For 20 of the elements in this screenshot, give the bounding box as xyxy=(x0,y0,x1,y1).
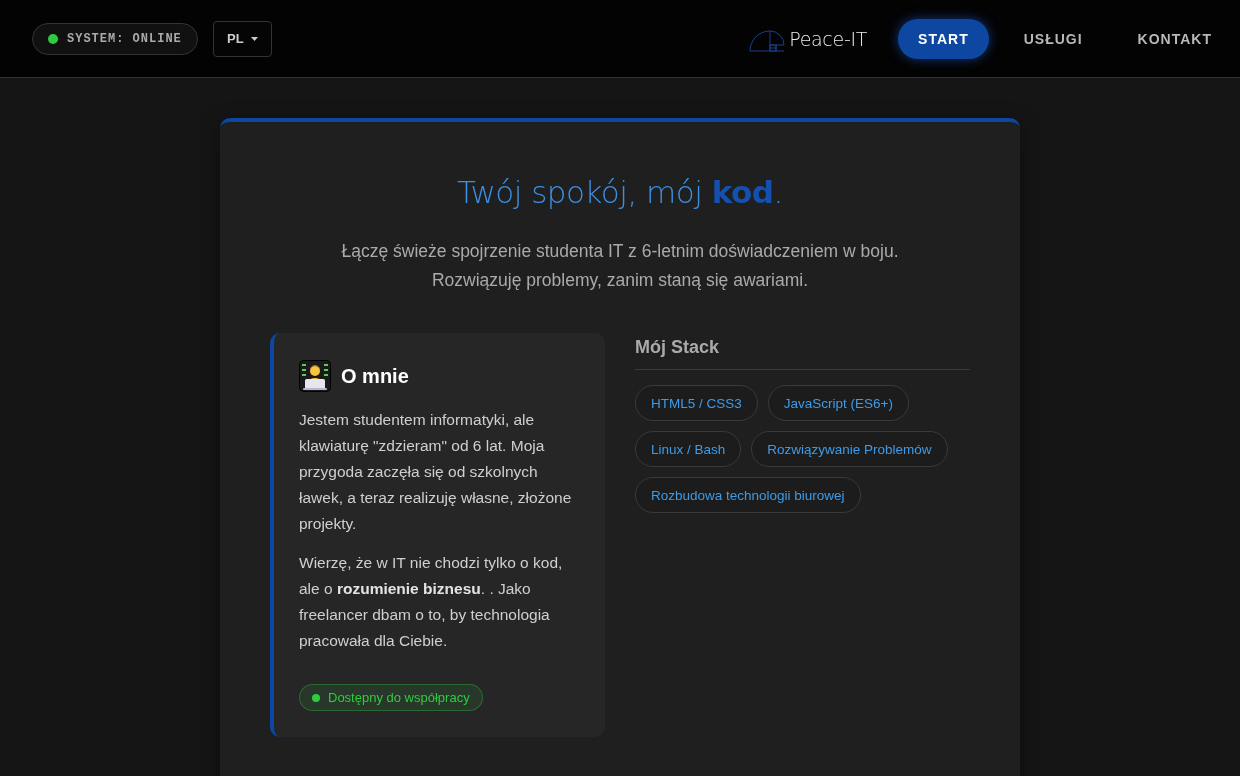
skill-tag: HTML5 / CSS3 xyxy=(635,385,758,421)
hero-title: Twój spokój, mój kod. xyxy=(457,173,783,212)
skill-tag: Rozbudowa technologii biurowej xyxy=(635,477,861,513)
about-title: O mnie xyxy=(341,364,409,389)
nav-link[interactable]: KONTAKT xyxy=(1117,18,1232,59)
language-select[interactable]: PL xyxy=(212,20,272,57)
stack-title: Mój Stack xyxy=(635,333,970,370)
hero-subtitle: Łączę świeże spojrzenie studenta IT z 6-letnim doświadczeniem w boju. Rozwiązuję problemy, zanim staną się awariami. xyxy=(341,240,899,292)
availability-label: Dostępny do współpracy xyxy=(328,690,470,705)
logo-text: Peace-IT xyxy=(789,27,868,50)
about-paragraph: Jestem studentem informatyki, ale klawiaturę "zdzieram" od 6 lat. Moja przygoda zaczęła się od szkolnych ławek, a teraz realizuję własne, złożone projekty. xyxy=(299,410,573,534)
nav-link[interactable]: START xyxy=(898,18,989,59)
skill-tag: Rozwiązywanie Problemów xyxy=(751,431,948,467)
skill-tag: JavaScript (ES6+) xyxy=(767,385,909,421)
status-label: SYSTEM: ONLINE xyxy=(67,31,182,46)
person-laptop-icon xyxy=(299,360,331,392)
caret-icon xyxy=(250,36,258,41)
skill-tag: Linux / Bash xyxy=(635,431,742,467)
nav-link[interactable]: USŁUGI xyxy=(1003,18,1103,59)
about-paragraph: Wierzę, że w IT nie chodzi tylko o kod, ale o rozumienie biznesu. . Jako freelancer dbam o to, by technologia pracowała dla Ciebie. xyxy=(299,553,564,651)
